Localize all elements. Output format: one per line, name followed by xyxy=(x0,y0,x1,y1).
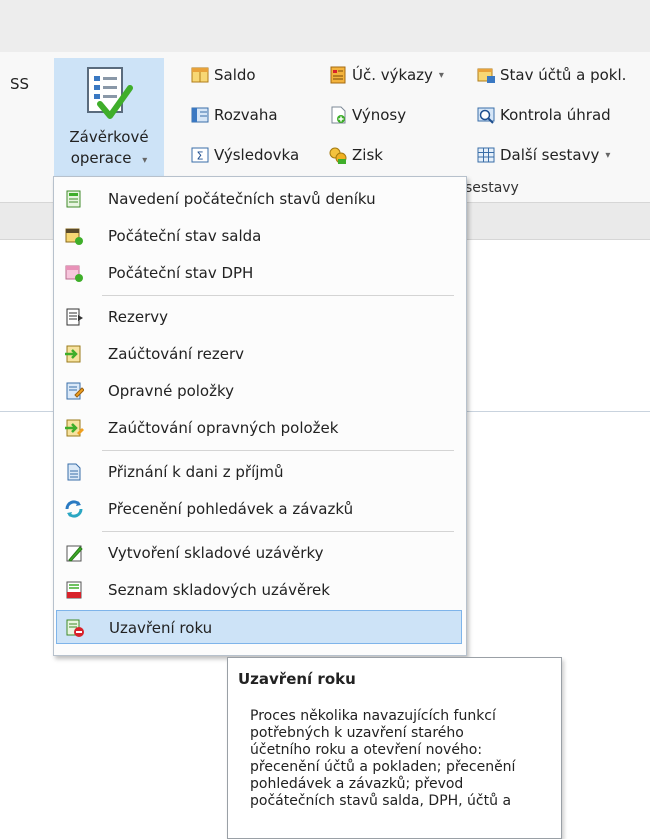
saldo-label: Saldo xyxy=(214,66,256,84)
menu-item-label: Přecenění pohledávek a závazků xyxy=(108,500,354,518)
svg-text:Σ: Σ xyxy=(197,150,204,163)
reserves-icon xyxy=(66,308,83,326)
zisk-button[interactable]: Zisk xyxy=(328,144,383,166)
post-reserves-icon xyxy=(65,345,81,363)
dropdown-caret-icon: ▾ xyxy=(142,155,148,166)
year-close-icon xyxy=(66,619,84,637)
tooltip: Uzavření roku Proces několika navazující… xyxy=(227,657,562,839)
ribbon-group-label: sestavy xyxy=(465,180,519,196)
menu-item-label: Uzavření roku xyxy=(109,619,213,637)
create-stock-closing-icon xyxy=(66,545,83,562)
menu-item-adjustments[interactable]: Opravné položky xyxy=(56,374,462,408)
zisk-label: Zisk xyxy=(352,146,383,164)
rozvaha-button[interactable]: Rozvaha xyxy=(190,104,278,126)
menu-item-initial-balance[interactable]: Počáteční stav salda xyxy=(56,219,462,253)
menu-item-label: Zaúčtování rezerv xyxy=(108,345,245,363)
closing-operations-label-line1: Závěrkové xyxy=(69,128,149,146)
post-adjustments-icon xyxy=(65,419,84,437)
vynosy-button[interactable]: Výnosy xyxy=(328,104,406,126)
menu-separator xyxy=(102,531,454,532)
stav-uctu-button[interactable]: Stav účtů a pokl. xyxy=(476,64,626,86)
menu-item-post-adjustments[interactable]: Zaúčtování opravných položek xyxy=(56,411,462,445)
menu-item-reserves[interactable]: Rezervy xyxy=(56,300,462,334)
stav-uctu-label: Stav účtů a pokl. xyxy=(500,66,627,84)
menu-item-label: Zaúčtování opravných položek xyxy=(108,419,339,437)
menu-item-label: Rezervy xyxy=(108,308,168,326)
menu-separator xyxy=(102,450,454,451)
title-bar-strip xyxy=(0,0,650,52)
closing-operations-label-line2: operace ▾ xyxy=(70,149,148,167)
menu-item-initial-journal[interactable]: Navedení počátečních stavů deníku xyxy=(56,182,462,216)
revenues-icon xyxy=(331,106,346,124)
vysledovka-label: Výsledovka xyxy=(214,146,300,164)
menu-item-initial-vat[interactable]: Počáteční stav DPH xyxy=(56,256,462,290)
initial-journal-icon xyxy=(66,190,81,208)
ucetni-vykazy-button[interactable]: Úč. výkazy ▾ xyxy=(328,64,444,86)
menu-item-label: Přiznání k dani z příjmů xyxy=(108,463,284,481)
grid-report-icon xyxy=(477,147,495,163)
closing-operations-button[interactable]: Závěrkové operace ▾ xyxy=(54,58,164,176)
dropdown-caret-icon: ▾ xyxy=(605,149,611,161)
income-statement-icon: Σ xyxy=(191,147,209,163)
menu-item-stock-closing-list[interactable]: Seznam skladových uzávěrek xyxy=(56,573,462,607)
saldo-button[interactable]: Saldo xyxy=(190,64,256,86)
tax-return-icon xyxy=(67,463,81,481)
dalsi-sestavy-button[interactable]: Další sestavy ▾ xyxy=(476,144,610,166)
menu-item-label: Seznam skladových uzávěrek xyxy=(108,581,330,599)
menu-item-label: Počáteční stav salda xyxy=(108,227,262,245)
menu-item-post-reserves[interactable]: Zaúčtování rezerv xyxy=(56,337,462,371)
initial-vat-icon xyxy=(65,265,83,282)
saldo-icon xyxy=(191,67,209,83)
revaluation-icon xyxy=(65,500,83,518)
menu-item-label: Vytvoření skladové uzávěrky xyxy=(108,544,324,562)
vynosy-label: Výnosy xyxy=(352,106,407,124)
tooltip-body: Proces několika navazujících funkcí potř… xyxy=(250,708,516,809)
menu-item-label: Opravné položky xyxy=(108,382,235,400)
dalsi-sestavy-label: Další sestavy xyxy=(500,146,600,164)
initial-balance-icon xyxy=(65,228,83,245)
closing-operations-menu: Navedení počátečních stavů deníku Počáte… xyxy=(53,176,467,656)
accounting-reports-icon xyxy=(330,66,346,84)
vysledovka-button[interactable]: Σ Výsledovka xyxy=(190,144,299,166)
ribbon-ss-label[interactable]: SS xyxy=(10,75,29,93)
adjustments-icon xyxy=(66,382,84,400)
menu-item-tax-return[interactable]: Přiznání k dani z příjmů xyxy=(56,455,462,489)
menu-item-create-stock-closing[interactable]: Vytvoření skladové uzávěrky xyxy=(56,536,462,570)
balance-sheet-icon xyxy=(191,107,209,123)
dropdown-caret-icon: ▾ xyxy=(438,69,444,81)
stock-closing-list-icon xyxy=(66,581,82,599)
ucetni-vykazy-label: Úč. výkazy xyxy=(352,66,433,84)
rozvaha-label: Rozvaha xyxy=(214,106,278,124)
menu-item-revaluation[interactable]: Přecenění pohledávek a závazků xyxy=(56,492,462,526)
profit-icon xyxy=(329,147,347,164)
menu-separator xyxy=(102,295,454,296)
menu-item-label: Navedení počátečních stavů deníku xyxy=(108,190,376,208)
menu-item-label: Počáteční stav DPH xyxy=(108,264,254,282)
tooltip-title: Uzavření roku xyxy=(238,670,356,688)
accounts-status-icon xyxy=(477,68,495,83)
menu-item-year-close[interactable]: Uzavření roku xyxy=(56,610,462,644)
kontrola-uhrad-label: Kontrola úhrad xyxy=(500,106,611,124)
payment-check-icon xyxy=(477,107,495,124)
closing-operations-icon xyxy=(87,67,133,119)
kontrola-uhrad-button[interactable]: Kontrola úhrad xyxy=(476,104,611,126)
